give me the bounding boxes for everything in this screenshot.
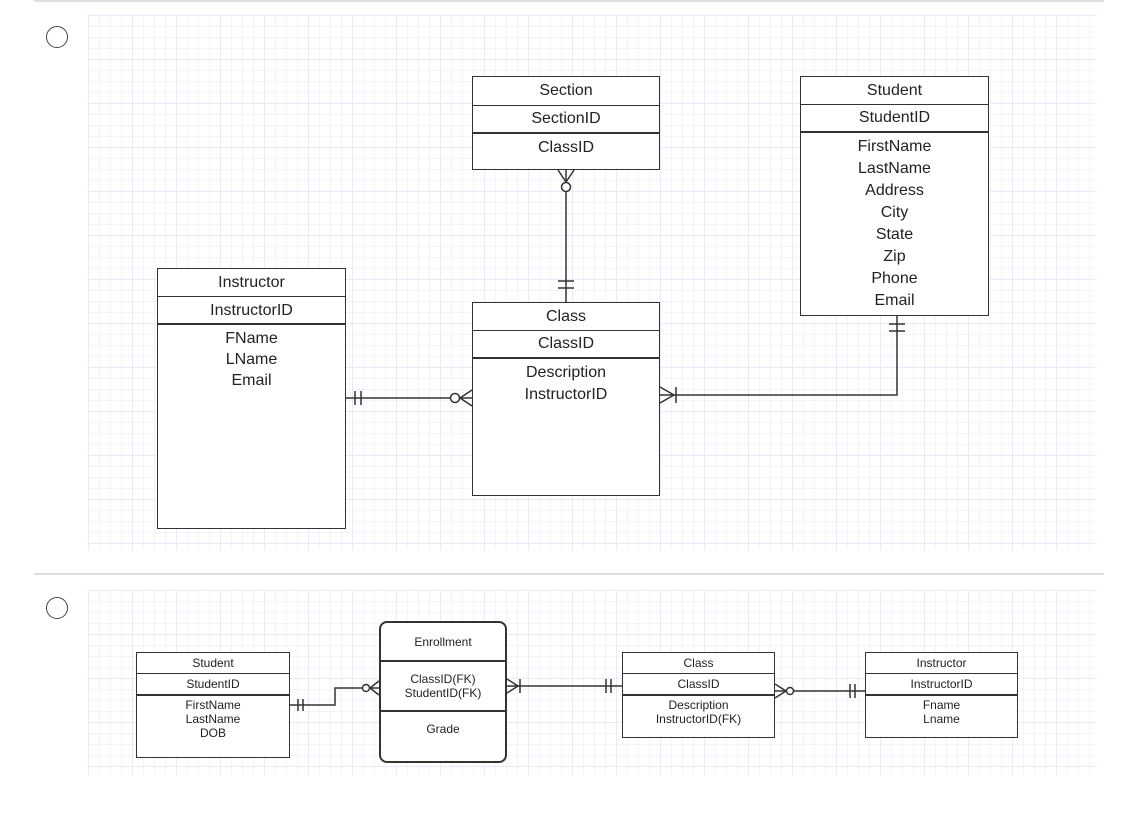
entity-title: Class (473, 303, 659, 331)
attribute: City (880, 204, 909, 221)
primary-key: StudentID (801, 105, 988, 133)
enrollment-class-relationship (506, 678, 622, 694)
entity-class: Class ClassID Description InstructorID (472, 302, 660, 496)
attribute: Grade (426, 722, 460, 736)
attribute: DOB (199, 726, 226, 740)
primary-key: ClassID (623, 674, 774, 696)
attribute: FirstName (185, 698, 241, 712)
foreign-key: StudentID(FK) (404, 686, 482, 700)
attribute-list: FirstName LastName Address City State Zi… (801, 133, 988, 315)
entity-title: Instructor (866, 653, 1017, 674)
attribute-list: Grade (381, 712, 505, 761)
primary-key: InstructorID (866, 674, 1017, 696)
instructor-class-relationship (346, 389, 473, 407)
entity-instructor: Instructor InstructorID Fname Lname (865, 652, 1018, 738)
entity-instructor: Instructor InstructorID FName LName Emai… (157, 268, 346, 529)
attribute: Phone (871, 270, 918, 287)
foreign-key: ClassID(FK) (410, 672, 476, 686)
attribute: LastName (858, 160, 931, 177)
attribute: Zip (883, 248, 906, 265)
attribute: Email (874, 292, 915, 309)
attribute: Fname (922, 698, 961, 712)
entity-title: Section (473, 77, 659, 106)
entity-class: Class ClassID Description InstructorID(F… (622, 652, 775, 738)
attribute: LName (225, 351, 278, 368)
foreign-keys: ClassID(FK) StudentID(FK) (381, 662, 505, 712)
primary-key: ClassID (473, 331, 659, 359)
primary-key: SectionID (473, 106, 659, 134)
entity-title: Enrollment (381, 623, 505, 662)
attribute: Email (231, 372, 272, 389)
attribute: InstructorID (524, 386, 608, 403)
attribute: ClassID (537, 139, 594, 156)
student-enrollment-relationship (290, 680, 380, 711)
attribute-list: Fname Lname (866, 696, 1017, 737)
entity-student: Student StudentID FirstName LastName DOB (136, 652, 290, 758)
entity-title: Student (137, 653, 289, 674)
primary-key: StudentID (137, 674, 289, 696)
attribute: Description (668, 698, 729, 712)
attribute: Lname (923, 712, 960, 726)
class-instructor-relationship (774, 683, 865, 699)
entity-title: Student (801, 77, 988, 105)
attribute-list: ClassID (473, 134, 659, 169)
attribute-list: Description InstructorID (473, 359, 659, 495)
attribute: FirstName (857, 138, 932, 155)
attribute: FName (225, 330, 278, 347)
attribute: Address (865, 182, 924, 199)
entity-title: Class (623, 653, 774, 674)
attribute: InstructorID(FK) (655, 712, 742, 726)
entity-title: Instructor (158, 269, 345, 297)
section-class-relationship (557, 169, 575, 302)
entity-enrollment: Enrollment ClassID(FK) StudentID(FK) Gra… (379, 621, 507, 763)
attribute-list: Description InstructorID(FK) (623, 696, 774, 737)
entity-section: Section SectionID ClassID (472, 76, 660, 170)
primary-key: InstructorID (158, 297, 345, 325)
attribute-list: FirstName LastName DOB (137, 696, 289, 757)
attribute: State (875, 226, 914, 243)
attribute: LastName (185, 712, 241, 726)
attribute-list: FName LName Email (158, 325, 345, 528)
entity-student: Student StudentID FirstName LastName Add… (800, 76, 989, 316)
attribute: Description (525, 364, 607, 381)
class-student-relationship (659, 315, 905, 404)
